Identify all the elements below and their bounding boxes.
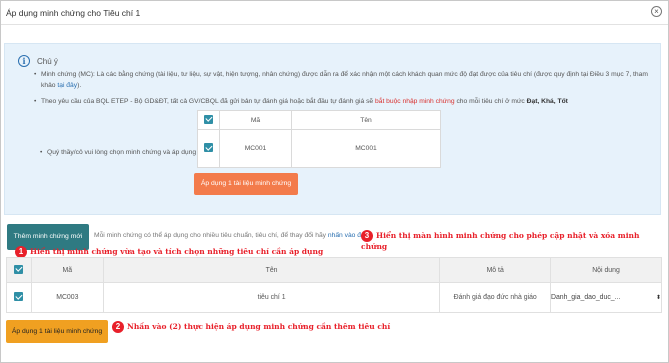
header-name: Tên [102,257,441,283]
mini-row-select[interactable] [197,129,220,168]
notice-bullet-definition: • Minh chứng (MC): Là các bằng chứng (tà… [34,71,648,89]
row-code: MC003 [30,282,104,313]
apply-evidence-button-top[interactable]: Áp dụng 1 tài liệu minh chứng [194,173,298,195]
annotation-2: 2 Nhấn vào (2) thực hiện áp dụng minh chứ… [112,321,390,333]
row-description: Đánh giá đạo đức nhà giáo [439,282,551,313]
mini-row-code: MC001 [219,129,292,168]
download-icon[interactable]: ⬍ [656,294,661,301]
selected-evidence-table: Mã Tên MC001 MC001 [197,110,441,168]
annotation-badge-3: 3 [361,230,373,242]
mini-header-code: Mã [219,110,292,130]
checkbox-checked-icon[interactable] [204,114,213,124]
annotation-badge-2: 2 [112,321,124,333]
header-description: Mô tả [439,257,551,283]
notice-bullet-requirement: • Theo yêu cầu của BQL ETEP - Bộ GD&ĐT, … [34,98,568,105]
select-all-cell[interactable] [6,257,32,283]
mini-row-name: MC001 [291,129,441,168]
notice-title: Chú ý [37,57,58,66]
evidence-table: Mã Tên Mô tả Nội dung MC003 tiêu chí 1 Đ… [6,257,662,313]
helper-text: Mỗi minh chứng có thể áp dụng cho nhiều … [94,232,369,239]
row-name: tiêu chí 1 [102,282,441,313]
choose-evidence-label: • Quý thầy/cô vui lòng chọn minh chứng v… [40,149,197,156]
definition-link[interactable]: tại đây [57,82,77,89]
apply-evidence-button-bottom[interactable]: Áp dụng 1 tài liệu minh chứng [6,320,108,343]
modal-title: Áp dụng minh chứng cho Tiêu chí 1 [6,8,141,18]
info-icon: i [18,55,30,67]
apply-evidence-modal: Áp dụng minh chứng cho Tiêu chí 1 × i Ch… [0,0,669,363]
checkbox-checked-icon[interactable] [204,143,213,152]
table-row[interactable]: MC003 tiêu chí 1 Đánh giá đạo đức nhà gi… [6,282,662,313]
header-content: Nội dung [550,257,662,283]
content-file-select[interactable]: Danh_gia_dao_duc_... ⬍ [551,294,661,301]
row-select[interactable] [6,282,32,313]
checkbox-checked-icon[interactable] [14,292,24,301]
row-content[interactable]: Danh_gia_dao_duc_... ⬍ [550,282,662,313]
header-code: Mã [30,257,104,283]
annotation-3: 3 Hiển thị màn hình minh chứng cho phép c… [361,230,640,251]
close-icon[interactable]: × [651,6,662,17]
modal-header: Áp dụng minh chứng cho Tiêu chí 1 × [1,1,668,25]
mini-table-row[interactable]: MC001 MC001 [197,129,441,168]
checkbox-checked-icon[interactable] [14,264,24,274]
mini-select-all[interactable] [197,110,220,130]
mini-header-name: Tên [291,110,441,130]
